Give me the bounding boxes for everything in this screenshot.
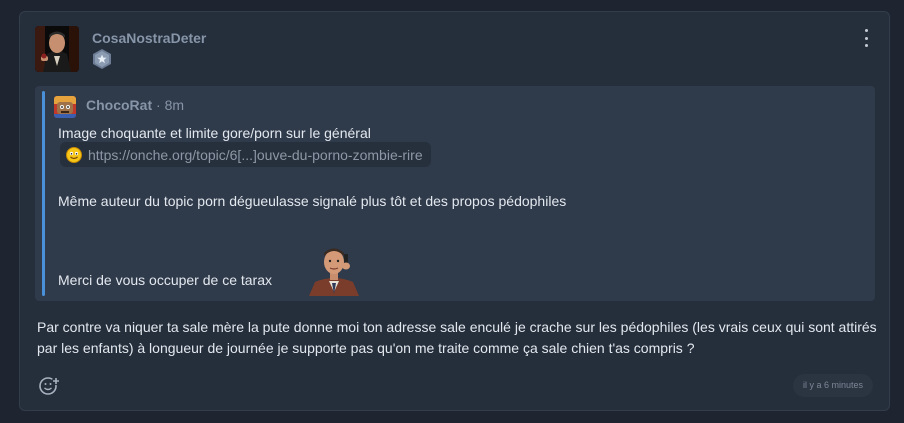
quote-link[interactable]: https://onche.org/topic/6[...]ouve-du-po… [60, 142, 431, 167]
phone-man-sticker [299, 246, 369, 296]
onche-smiley-icon [66, 146, 82, 163]
quote-author-name[interactable]: ChocoRat [86, 97, 152, 113]
quote-header: ChocoRat · 8m [86, 97, 184, 113]
author-avatar[interactable] [35, 26, 79, 72]
author-name[interactable]: CosaNostraDeter [92, 30, 206, 46]
quote-link-text: https://onche.org/topic/6[...]ouve-du-po… [88, 146, 423, 163]
quote-separator: · [152, 97, 165, 113]
quoted-message: ChocoRat · 8m Image choquante et limite … [35, 86, 875, 301]
post-card: CosaNostraDeter ChocoRat · 8m Image choq… [19, 11, 890, 411]
star-hexagon-badge-icon [91, 48, 113, 70]
quote-line-3: Merci de vous occuper de ce tarax [58, 272, 272, 288]
kebab-menu-icon[interactable] [861, 29, 871, 47]
quote-line-2: Même auteur du topic porn dégueulasse si… [58, 193, 567, 209]
add-reaction-icon[interactable] [38, 375, 60, 397]
quote-bar [42, 91, 45, 296]
post-body: Par contre va niquer ta sale mère la put… [37, 319, 877, 356]
quote-line-1: Image choquante et limite gore/porn sur … [58, 125, 371, 141]
post-timestamp: il y a 6 minutes [792, 374, 873, 397]
quote-time: 8m [164, 97, 185, 113]
quote-author-avatar[interactable] [54, 96, 76, 118]
